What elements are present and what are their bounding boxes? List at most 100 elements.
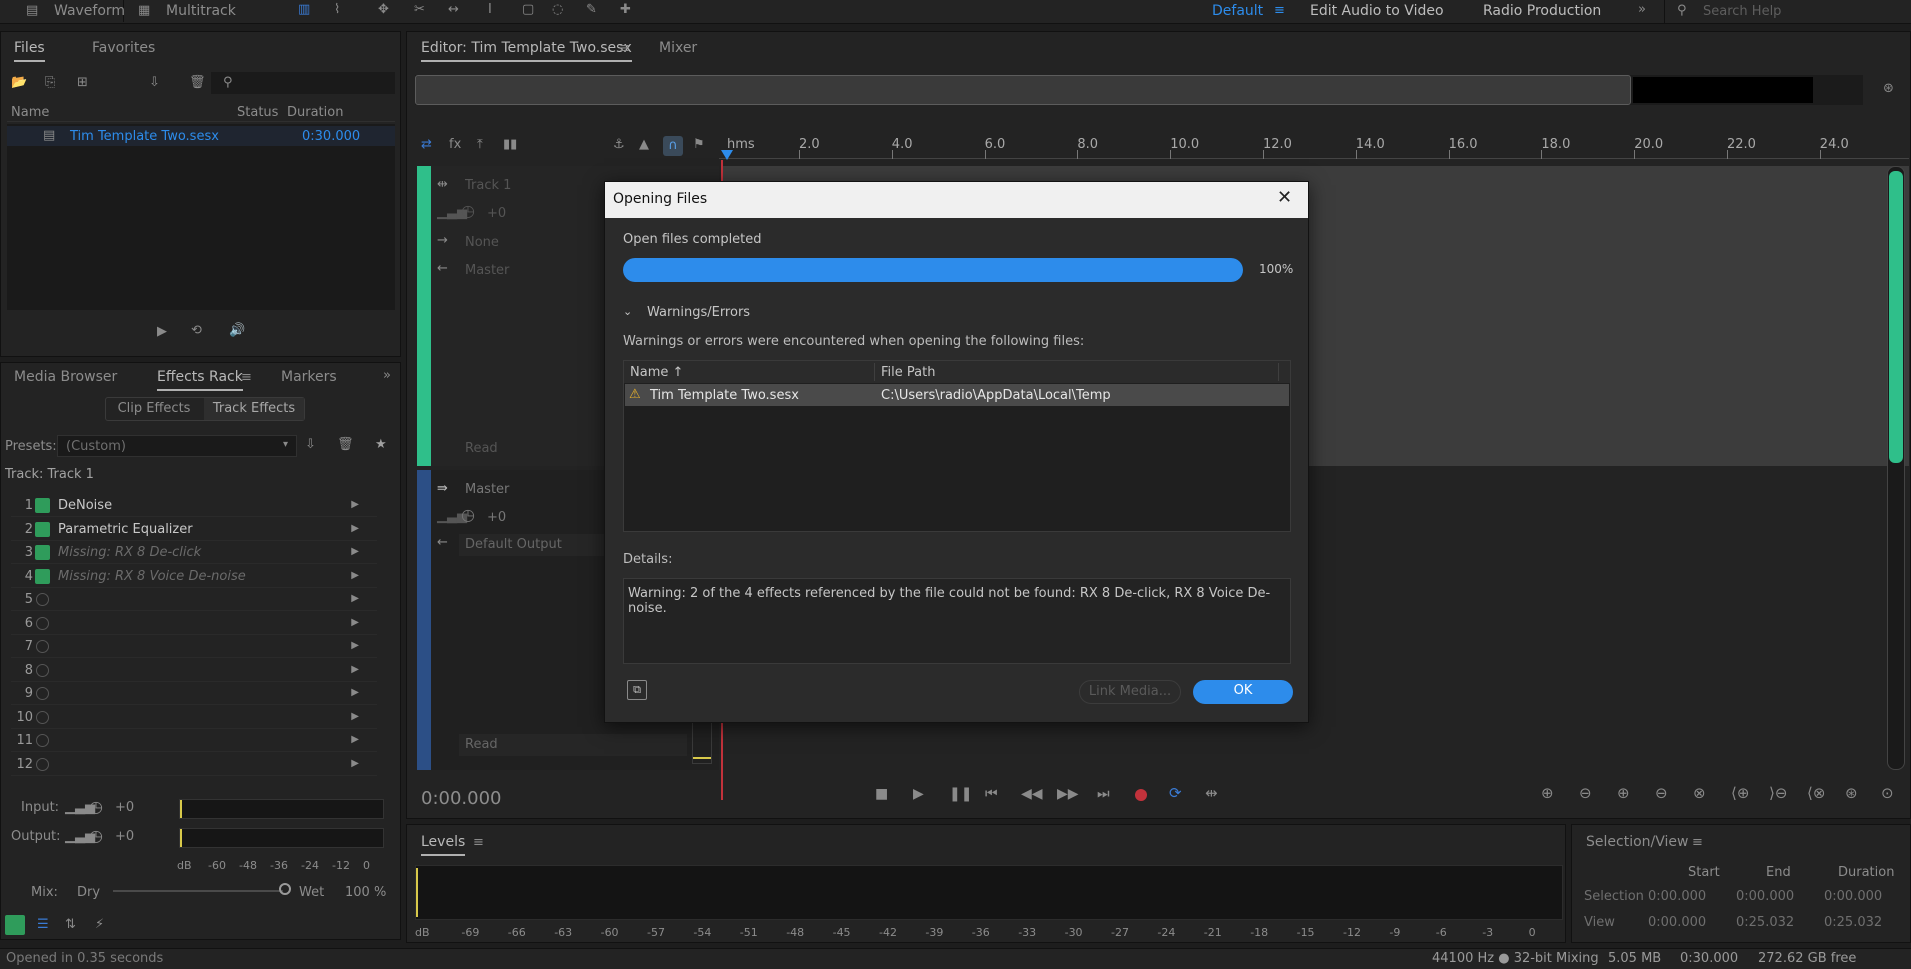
effects-slot[interactable]: 5 ▶ (11, 589, 377, 611)
zoom-in-amplitude-icon[interactable]: ⊕ (1541, 786, 1554, 801)
tab-files[interactable]: Files (14, 40, 45, 62)
effect-power-icon[interactable] (36, 734, 49, 747)
zoom-tracks-icon[interactable]: ⊛ (1845, 786, 1858, 801)
effect-power-icon[interactable] (36, 616, 49, 630)
slot-menu-arrow-icon[interactable]: ▶ (351, 499, 359, 510)
delete-file-icon[interactable]: 🗑 (189, 76, 206, 89)
input-gain-value[interactable]: +0 (115, 800, 134, 815)
autoplay-icon[interactable]: 🔊 (229, 324, 245, 337)
slot-menu-arrow-icon[interactable]: ▶ (351, 617, 359, 628)
link-media-button[interactable]: Link Media... (1079, 680, 1181, 704)
column-status[interactable]: Status (237, 105, 278, 120)
loop-playback-icon[interactable]: ⟳ (1169, 786, 1182, 801)
spot-healing-icon[interactable]: ✚ (620, 3, 631, 16)
slot-menu-arrow-icon[interactable]: ▶ (351, 734, 359, 745)
selection-end[interactable]: 0:00.000 (1736, 889, 1794, 904)
mix-slider[interactable] (113, 890, 283, 892)
effects-slot[interactable]: 10 ▶ (11, 707, 377, 729)
effects-slot[interactable]: 2 Parametric Equalizer ▶ (11, 519, 377, 541)
pitch-view-icon[interactable]: ⌇ (334, 3, 340, 16)
record-button[interactable] (1135, 789, 1147, 801)
tab-favorites[interactable]: Favorites (92, 40, 155, 56)
rack-apply-icon[interactable]: ⚡ (95, 918, 104, 931)
master-automation-select[interactable]: Read (459, 734, 687, 756)
selection-view-menu-icon[interactable]: ≡ (1692, 836, 1703, 849)
vertical-scrollbar[interactable] (1887, 166, 1905, 770)
skip-selection-icon[interactable]: ⇹ (1205, 786, 1218, 801)
master-output-select[interactable]: Default Output (459, 534, 619, 556)
new-file-icon[interactable]: ⊞ (77, 76, 88, 89)
selection-duration[interactable]: 0:00.000 (1824, 889, 1882, 904)
zoom-full-icon[interactable]: ⊗ (1693, 786, 1706, 801)
zoom-reset-icon[interactable]: ⊙ (1881, 786, 1894, 801)
effect-power-icon[interactable] (36, 663, 49, 677)
playhead-handle[interactable] (721, 150, 733, 160)
multitrack-mode-button[interactable]: ▦ Multitrack (128, 0, 246, 22)
slot-menu-arrow-icon[interactable]: ▶ (351, 687, 359, 698)
master-volume-knob-icon[interactable]: ◷ (461, 507, 475, 523)
slot-menu-arrow-icon[interactable]: ▶ (351, 523, 359, 534)
loop-preview-icon[interactable]: ⟲ (191, 324, 202, 337)
tab-markers[interactable]: Markers (281, 369, 337, 385)
save-preset-icon[interactable]: ⇩ (305, 438, 316, 451)
view-end[interactable]: 0:25.032 (1736, 915, 1794, 930)
rack-routing-icon[interactable]: ⇅ (65, 918, 76, 931)
effects-slot[interactable]: 12 ▶ (11, 754, 377, 776)
slot-menu-arrow-icon[interactable]: ▶ (351, 711, 359, 722)
stop-icon[interactable]: ■ (875, 787, 888, 801)
effects-slot[interactable]: 4 Missing: RX 8 Voice De-noise ▶ (11, 566, 377, 588)
effect-power-icon[interactable] (35, 568, 50, 584)
search-help-input[interactable]: ⚲ Search Help (1664, 0, 1911, 23)
move-tool-icon[interactable]: ✥ (378, 3, 389, 16)
clip-effects-tab[interactable]: Clip Effects (106, 398, 202, 420)
play-preview-icon[interactable]: ▶ (157, 325, 167, 338)
output-gain-knob-icon[interactable]: ◷ (89, 828, 103, 844)
master-volume-value[interactable]: +0 (487, 510, 506, 525)
zoom-in-point-icon[interactable]: ⟨⊕ (1731, 786, 1749, 801)
workspace-default[interactable]: Default (1212, 3, 1263, 19)
zoom-in-time-icon[interactable]: ⊕ (1617, 786, 1630, 801)
effects-slot[interactable]: 1 DeNoise ▶ (11, 495, 377, 517)
favorite-star-icon[interactable]: ★ (375, 438, 387, 451)
effect-power-icon[interactable] (35, 545, 50, 560)
zoom-out-time-icon[interactable]: ⊖ (1655, 786, 1668, 801)
slot-menu-arrow-icon[interactable]: ▶ (351, 593, 359, 604)
close-icon[interactable]: ✕ (1277, 187, 1292, 208)
zoom-selection-icon[interactable]: ⟨⊗ (1807, 786, 1825, 801)
slot-menu-arrow-icon[interactable]: ▶ (351, 546, 359, 557)
panel-overflow-icon[interactable]: » (383, 369, 391, 382)
warnings-column-path[interactable]: File Path (881, 365, 935, 380)
view-duration[interactable]: 0:25.032 (1824, 915, 1882, 930)
effect-power-icon[interactable] (35, 521, 50, 537)
presets-dropdown[interactable]: (Custom) ▾ (57, 435, 297, 457)
track1-volume-value[interactable]: +0 (487, 206, 506, 221)
save-file-icon[interactable]: ⇩ (149, 76, 160, 89)
time-display[interactable]: 0:00.000 (421, 788, 502, 809)
effect-power-icon[interactable] (36, 640, 49, 653)
master-name[interactable]: Master (465, 482, 509, 497)
chevron-down-icon[interactable]: ⌄ (623, 305, 632, 318)
rack-list-icon[interactable]: ☰ (37, 918, 49, 931)
more-workspaces-icon[interactable]: » (1638, 3, 1646, 16)
slot-menu-arrow-icon[interactable]: ▶ (351, 640, 359, 651)
effect-power-icon[interactable] (36, 757, 49, 771)
slot-menu-arrow-icon[interactable]: ▶ (351, 664, 359, 675)
column-duration[interactable]: Duration (287, 105, 343, 120)
slot-menu-arrow-icon[interactable]: ▶ (351, 758, 359, 769)
column-name[interactable]: Name (11, 105, 49, 120)
pause-icon[interactable]: ❚❚ (949, 787, 972, 801)
ok-button[interactable]: OK (1193, 680, 1293, 704)
previous-icon[interactable]: ⏮ (985, 787, 998, 801)
effects-slot[interactable]: 11 ▶ (11, 730, 377, 752)
spectral-view-icon[interactable]: ▥ (298, 3, 310, 16)
effect-power-icon[interactable] (36, 687, 49, 700)
warnings-section-title[interactable]: Warnings/Errors (647, 305, 750, 320)
effects-slot[interactable]: 7 ▶ (11, 636, 377, 658)
fast-forward-icon[interactable]: ▶▶ (1057, 787, 1079, 801)
output-gain-value[interactable]: +0 (115, 829, 134, 844)
rewind-icon[interactable]: ◀◀ (1021, 787, 1043, 801)
zoom-out-amplitude-icon[interactable]: ⊖ (1579, 786, 1592, 801)
selection-start[interactable]: 0:00.000 (1648, 889, 1706, 904)
next-icon[interactable]: ⏭ (1097, 787, 1110, 801)
effect-power-icon[interactable] (36, 710, 49, 724)
